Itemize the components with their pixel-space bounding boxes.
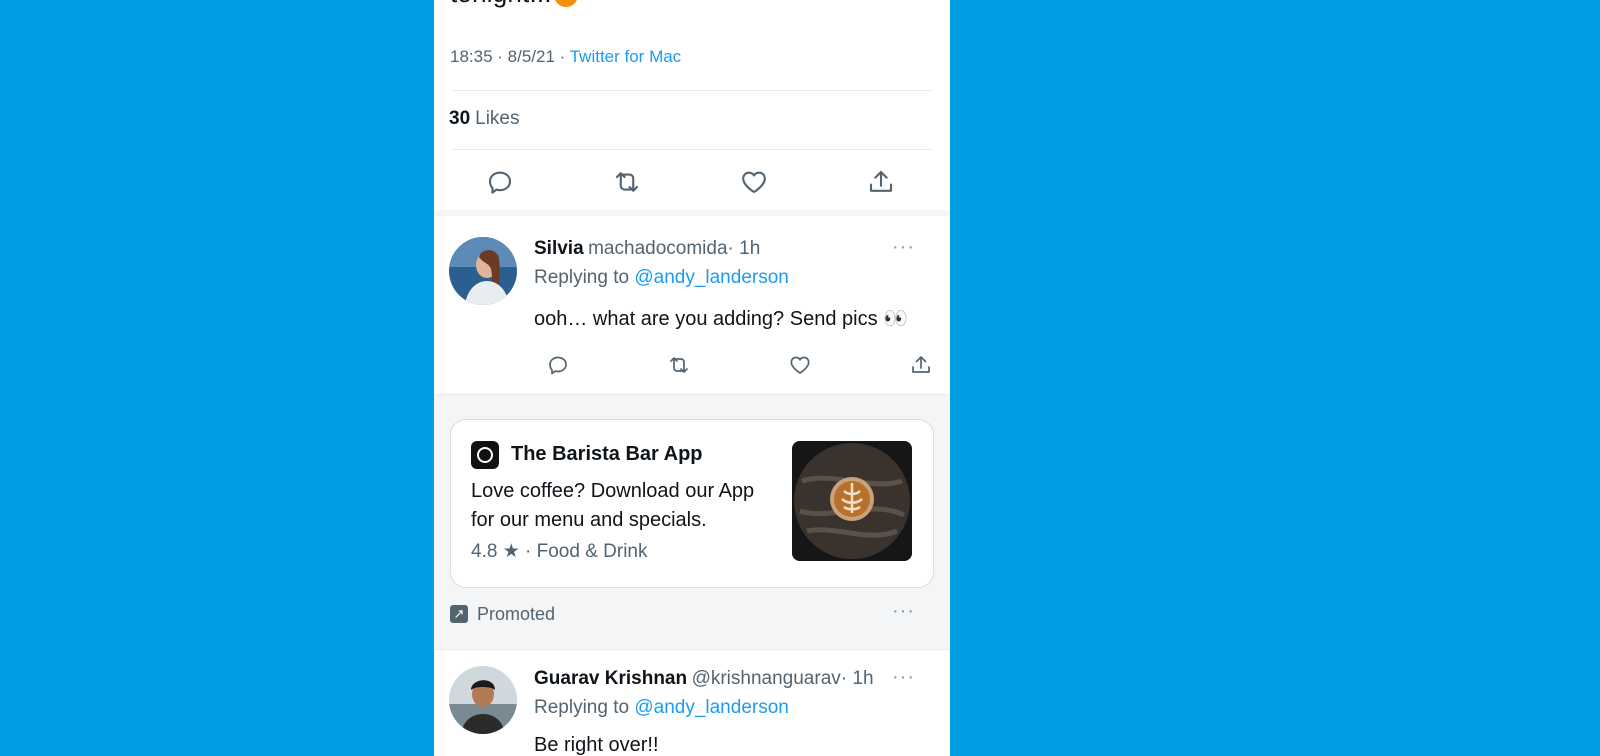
app-name: The Barista Bar App — [511, 443, 703, 465]
more-options-button[interactable]: ··· — [892, 600, 915, 623]
heart-icon — [790, 356, 810, 374]
author-name[interactable]: Silvia — [534, 238, 584, 259]
emoji-icon — [553, 0, 578, 8]
author-handle[interactable]: @krishnanguarav — [692, 668, 841, 689]
reply-icon — [549, 356, 567, 375]
reply-text: Be right over!! — [534, 734, 659, 756]
author-name[interactable]: Guarav Krishnan — [534, 668, 687, 689]
retweet-icon — [615, 172, 639, 192]
likes-label: Likes — [475, 108, 520, 129]
reply-time: · 1h — [727, 238, 761, 259]
tweet-thread-panel: tonight... 18:35 · 8/5/21 · Twitter for … — [434, 0, 950, 756]
like-button[interactable] — [782, 347, 818, 383]
likes-count: 30 — [449, 108, 471, 129]
app-category: · Food & Drink — [525, 541, 648, 562]
reply-time: · 1h — [840, 668, 874, 689]
reply-button[interactable] — [540, 347, 576, 383]
retweet-icon — [670, 357, 688, 373]
tweet-timestamp: 18:35 · 8/5/21 · — [450, 47, 570, 66]
replying-to: Replying to @andy_landerson — [534, 267, 789, 289]
promoted-label: Promoted — [477, 604, 556, 624]
avatar-image — [449, 237, 517, 305]
retweet-button[interactable] — [609, 164, 645, 200]
more-options-button[interactable]: ··· — [892, 236, 915, 259]
replying-prefix: Replying to — [534, 697, 630, 718]
reply-icon — [488, 171, 512, 194]
app-description-line: Love coffee? Download our App — [471, 480, 755, 502]
mention-link[interactable]: @andy_landerson — [634, 697, 789, 718]
app-preview-image — [792, 441, 912, 561]
replying-to: Replying to @andy_landerson — [534, 697, 789, 719]
app-install-card[interactable]: The Barista Bar App Love coffee? Downloa… — [450, 419, 934, 588]
reply-button[interactable] — [482, 164, 518, 200]
app-description-line: for our menu and specials. — [471, 509, 707, 531]
coffee-image — [792, 441, 912, 561]
divider — [450, 149, 934, 150]
avatar[interactable] — [449, 237, 517, 305]
app-logo-icon — [471, 441, 499, 469]
replying-prefix: Replying to — [534, 267, 630, 288]
tweet-meta: 18:35 · 8/5/21 · Twitter for Mac — [450, 47, 681, 67]
promoted-arrow-icon: ↗ — [450, 605, 468, 623]
likes-stat[interactable]: 30 Likes — [449, 108, 520, 130]
divider — [450, 90, 934, 91]
share-button[interactable] — [903, 347, 939, 383]
mention-link[interactable]: @andy_landerson — [634, 267, 789, 288]
app-meta: 4.8 ★ · Food & Drink — [471, 540, 648, 563]
avatar[interactable] — [449, 666, 517, 734]
section-separator — [434, 210, 950, 216]
app-description: Love coffee? Download our App for our me… — [471, 477, 754, 535]
share-icon — [912, 356, 930, 373]
tweet-text: tonight... — [450, 0, 578, 9]
tweet-source-link[interactable]: Twitter for Mac — [570, 47, 681, 66]
app-rating: 4.8 ★ — [471, 541, 520, 562]
share-icon — [869, 170, 893, 192]
share-button[interactable] — [863, 164, 899, 200]
more-options-button[interactable]: ··· — [892, 666, 915, 689]
avatar-image — [449, 666, 517, 734]
reply-header: Guarav Krishnan @krishnanguarav· 1h — [534, 668, 874, 690]
reply-header: Silvia machadocomida· 1h — [534, 238, 760, 260]
reply-text: ooh… what are you adding? Send pics 👀 — [534, 308, 909, 330]
heart-icon — [742, 171, 766, 194]
retweet-button[interactable] — [661, 347, 697, 383]
like-button[interactable] — [736, 164, 772, 200]
author-handle[interactable]: machadocomida — [588, 238, 727, 259]
